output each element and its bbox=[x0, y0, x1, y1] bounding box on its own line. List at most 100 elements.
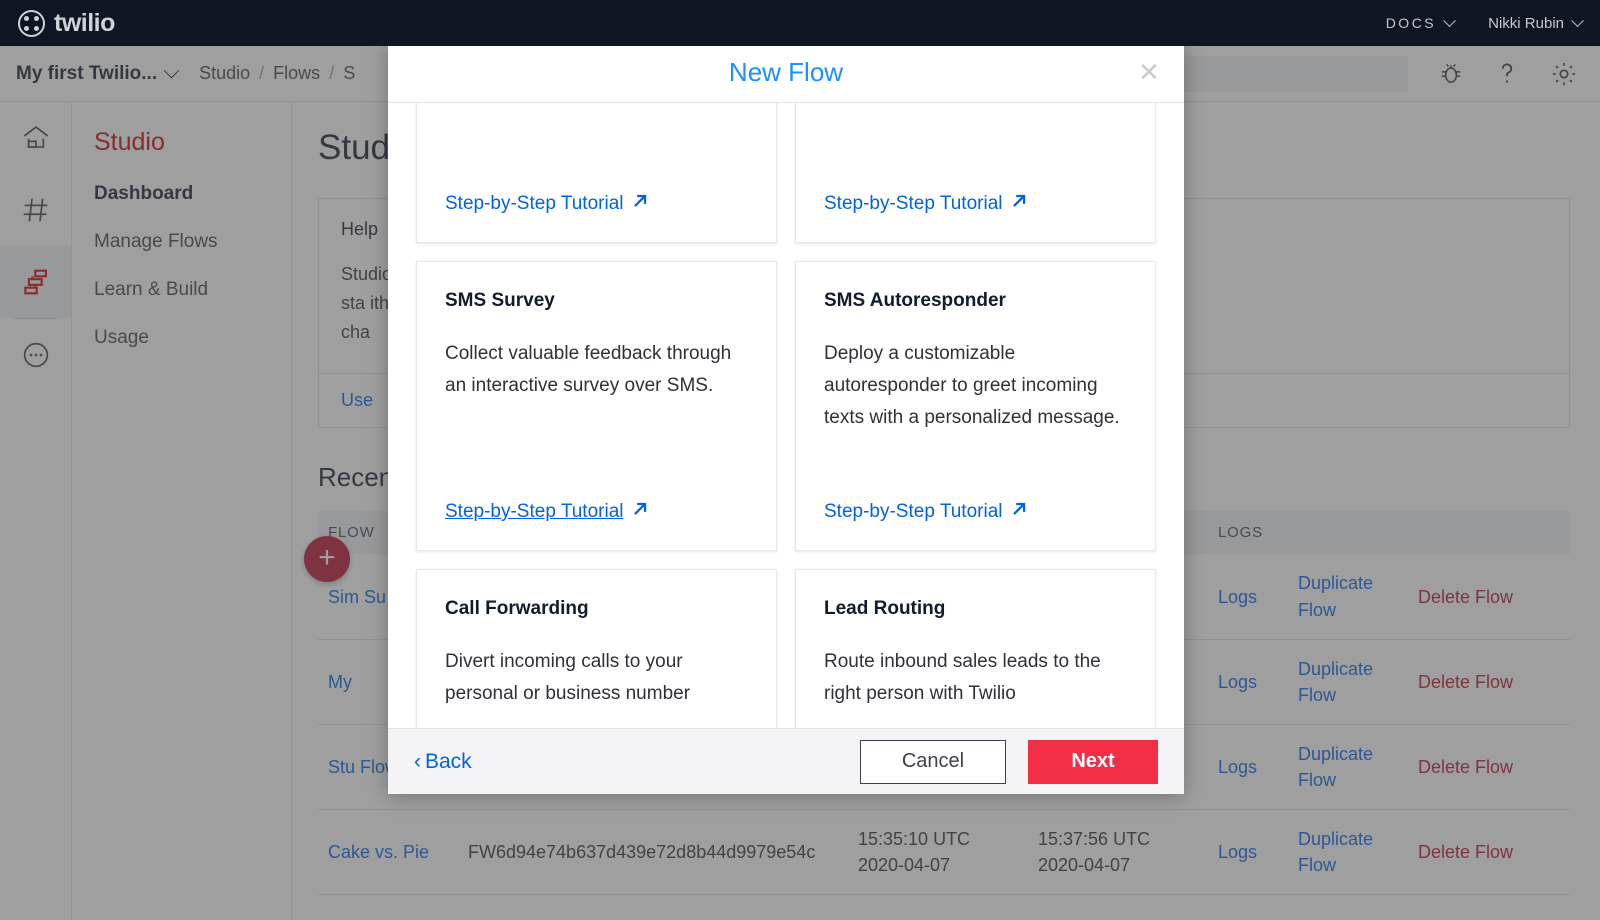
tutorial-link-label: Step-by-Step Tutorial bbox=[445, 501, 624, 522]
template-card-sms-survey[interactable]: SMS Survey Collect valuable feedback thr… bbox=[416, 261, 777, 551]
template-card-sms-autoresponder[interactable]: SMS Autoresponder Deploy a customizable … bbox=[795, 261, 1156, 551]
flow-link[interactable]: Sim Su bbox=[328, 587, 386, 607]
cell-duplicate[interactable]: Duplicate Flow bbox=[1288, 639, 1408, 725]
docs-label: DOCS bbox=[1385, 15, 1437, 31]
breadcrumb-item-current[interactable]: S bbox=[343, 63, 355, 84]
template-card-call-forwarding[interactable]: Call Forwarding Divert incoming calls to… bbox=[416, 569, 777, 728]
gear-icon[interactable] bbox=[1550, 60, 1578, 88]
breadcrumb-item-studio[interactable]: Studio bbox=[199, 63, 250, 84]
cell-duplicate[interactable]: Duplicate Flow bbox=[1288, 554, 1408, 640]
step-by-step-tutorial-link[interactable]: Step-by-Step Tutorial bbox=[445, 192, 748, 216]
template-card-grid: An Interactive Voice Response (IVR) syst… bbox=[416, 103, 1156, 728]
sidebar-item-learn-build[interactable]: Learn & Build bbox=[94, 279, 291, 301]
sidebar-title: Studio bbox=[94, 128, 165, 156]
delete-flow-link[interactable]: Delete Flow bbox=[1418, 587, 1513, 607]
cell-sid: FW6d94e74b637d439e72d8b44d9979e54c bbox=[458, 809, 848, 896]
user-name: Nikki Rubin bbox=[1488, 14, 1564, 32]
account-name: My first Twilio... bbox=[16, 62, 158, 84]
icon-rail bbox=[0, 102, 72, 920]
rail-item-more[interactable] bbox=[0, 319, 71, 391]
step-by-step-tutorial-link[interactable]: Step-by-Step Tutorial bbox=[824, 192, 1127, 216]
help-line-3: cha bbox=[341, 322, 371, 343]
cancel-button[interactable]: Cancel bbox=[860, 739, 1006, 784]
step-by-step-tutorial-link[interactable]: Step-by-Step Tutorial bbox=[824, 500, 1127, 524]
create-flow-fab[interactable]: + bbox=[304, 536, 350, 582]
user-menu[interactable]: Nikki Rubin bbox=[1488, 13, 1584, 32]
close-icon[interactable]: ✕ bbox=[1136, 59, 1162, 86]
chevron-down-icon bbox=[1443, 13, 1457, 27]
rail-item-home[interactable] bbox=[0, 102, 71, 174]
external-link-icon bbox=[1010, 500, 1028, 524]
table-row[interactable]: Cake vs. Pie FW6d94e74b637d439e72d8b44d9… bbox=[318, 809, 1570, 896]
rail-item-studio[interactable] bbox=[0, 246, 71, 318]
duplicate-flow-link[interactable]: Duplicate Flow bbox=[1298, 829, 1373, 875]
logs-link[interactable]: Logs bbox=[1218, 672, 1257, 692]
template-card-description: Collect valuable feedback through an int… bbox=[445, 343, 732, 396]
template-card-lead-routing[interactable]: Lead Routing Route inbound sales leads t… bbox=[795, 569, 1156, 728]
help-line-1: Studio bbox=[341, 264, 393, 284]
cell-delete[interactable]: Delete Flow bbox=[1408, 554, 1570, 640]
rail-item-numbers[interactable] bbox=[0, 174, 71, 246]
flow-link[interactable]: My bbox=[328, 672, 352, 692]
chevron-down-icon bbox=[1571, 13, 1584, 27]
cell-delete[interactable]: Delete Flow bbox=[1408, 809, 1570, 896]
cell-logs[interactable]: Logs bbox=[1208, 724, 1288, 811]
logs-link[interactable]: Logs bbox=[1218, 757, 1257, 777]
docs-menu[interactable]: DOCS bbox=[1385, 13, 1457, 31]
template-card-title: Lead Routing bbox=[824, 598, 946, 619]
logs-link[interactable]: Logs bbox=[1218, 842, 1257, 862]
modal-body: An Interactive Voice Response (IVR) syst… bbox=[388, 103, 1184, 728]
next-button[interactable]: Next bbox=[1028, 739, 1158, 784]
back-label: Back bbox=[425, 749, 472, 773]
breadcrumb-sep: / bbox=[329, 63, 335, 83]
delete-flow-link[interactable]: Delete Flow bbox=[1418, 842, 1513, 862]
cell-logs[interactable]: Logs bbox=[1208, 554, 1288, 640]
template-card-title: SMS Autoresponder bbox=[824, 290, 1006, 311]
modal-footer-actions: Cancel Next bbox=[860, 739, 1158, 784]
tutorial-link-label: Step-by-Step Tutorial bbox=[824, 501, 1003, 522]
top-navbar: twilio DOCS Nikki Rubin bbox=[0, 0, 1600, 46]
help-footer-link[interactable]: Use bbox=[341, 390, 373, 410]
sidebar-item-dashboard[interactable]: Dashboard bbox=[94, 183, 291, 205]
template-card-ivr[interactable]: An Interactive Voice Response (IVR) syst… bbox=[416, 103, 777, 243]
breadcrumb: Studio / Flows / S bbox=[199, 63, 355, 84]
template-card-sms-conversation[interactable]: Have a conversation with your customers … bbox=[795, 103, 1156, 243]
cell-logs[interactable]: Logs bbox=[1208, 639, 1288, 725]
bug-icon[interactable] bbox=[1438, 61, 1464, 87]
top-navbar-right: DOCS Nikki Rubin bbox=[1385, 13, 1584, 32]
flow-link[interactable]: Cake vs. Pie bbox=[328, 842, 429, 862]
duplicate-flow-link[interactable]: Duplicate Flow bbox=[1298, 744, 1373, 790]
cell-created: 15:35:10 UTC 2020-04-07 bbox=[848, 809, 1028, 896]
external-link-icon bbox=[631, 192, 649, 216]
template-card-description: Divert incoming calls to your personal o… bbox=[445, 651, 691, 704]
col-duplicate bbox=[1288, 511, 1408, 555]
cell-delete[interactable]: Delete Flow bbox=[1408, 724, 1570, 811]
twilio-logo-icon bbox=[18, 9, 45, 37]
template-card-title: SMS Survey bbox=[445, 290, 555, 311]
breadcrumb-item-flows[interactable]: Flows bbox=[273, 63, 320, 84]
sidebar-item-usage[interactable]: Usage bbox=[94, 327, 291, 349]
cell-logs[interactable]: Logs bbox=[1208, 809, 1288, 896]
new-flow-modal: New Flow ✕ An Interactive Voice Response… bbox=[388, 42, 1184, 794]
twilio-logo[interactable]: twilio bbox=[18, 9, 115, 38]
cell-duplicate[interactable]: Duplicate Flow bbox=[1288, 809, 1408, 896]
help-icon[interactable] bbox=[1494, 59, 1520, 89]
modal-footer: ‹ Back Cancel Next bbox=[388, 728, 1184, 794]
duplicate-flow-link[interactable]: Duplicate Flow bbox=[1298, 659, 1373, 705]
cell-duplicate[interactable]: Duplicate Flow bbox=[1288, 724, 1408, 811]
back-button[interactable]: ‹ Back bbox=[414, 750, 472, 774]
duplicate-flow-link[interactable]: Duplicate Flow bbox=[1298, 573, 1373, 619]
delete-flow-link[interactable]: Delete Flow bbox=[1418, 757, 1513, 777]
delete-flow-link[interactable]: Delete Flow bbox=[1418, 672, 1513, 692]
cell-flow-name[interactable]: Cake vs. Pie bbox=[318, 809, 458, 896]
account-switcher[interactable]: My first Twilio... bbox=[16, 62, 180, 85]
step-by-step-tutorial-link[interactable]: Step-by-Step Tutorial bbox=[445, 500, 748, 524]
app-root: My first Twilio... Studio / Flows / S Go… bbox=[0, 0, 1600, 920]
modal-header: New Flow ✕ bbox=[388, 42, 1184, 103]
logs-link[interactable]: Logs bbox=[1218, 587, 1257, 607]
cell-delete[interactable]: Delete Flow bbox=[1408, 639, 1570, 725]
help-line-2: sta bbox=[341, 293, 366, 314]
twilio-logo-text: twilio bbox=[54, 8, 115, 37]
col-logs: LOGS bbox=[1208, 511, 1288, 555]
sidebar-item-manage-flows[interactable]: Manage Flows bbox=[94, 231, 291, 253]
